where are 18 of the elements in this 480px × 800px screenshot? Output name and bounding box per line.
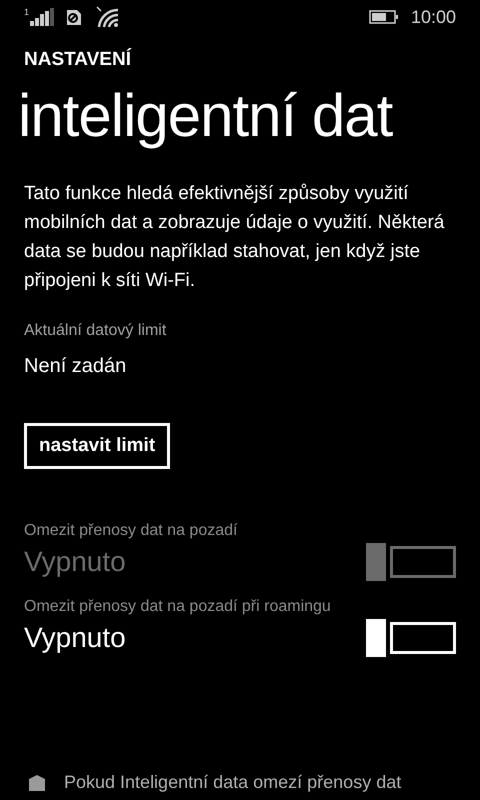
clock: 10:00 bbox=[410, 6, 456, 28]
sim-number: 1 bbox=[24, 8, 30, 17]
signal-icon bbox=[30, 8, 54, 26]
toggle-switch[interactable] bbox=[366, 619, 456, 657]
toggle-state: Vypnuto bbox=[24, 545, 126, 579]
data-limit-value: Není zadán bbox=[24, 354, 128, 379]
shield-icon bbox=[28, 774, 46, 792]
description: Tato funkce hledá efektivnější způsoby využití mobilních dat a zobrazuje údaje o využití. Některá data se budou například stahovat, jen když jste připojeni k síti Wi-Fi. bbox=[24, 182, 446, 293]
data-limit-label: Aktuální datový limit bbox=[24, 321, 168, 341]
toggle-state: Vypnuto bbox=[24, 621, 126, 655]
app-title: NASTAVENÍ bbox=[24, 50, 132, 69]
note-text: Pokud Inteligentní data omezí přenosy dat bbox=[64, 771, 402, 794]
setting-label: Omezit přenosy dat na pozadí při roamingu bbox=[24, 597, 332, 617]
wifi-icon bbox=[96, 6, 120, 28]
page-title: inteligentní dat bbox=[18, 81, 394, 151]
set-limit-button[interactable]: nastavit limit bbox=[24, 423, 170, 469]
battery-icon bbox=[368, 10, 399, 24]
setting-label: Omezit přenosy dat na pozadí bbox=[24, 521, 238, 541]
